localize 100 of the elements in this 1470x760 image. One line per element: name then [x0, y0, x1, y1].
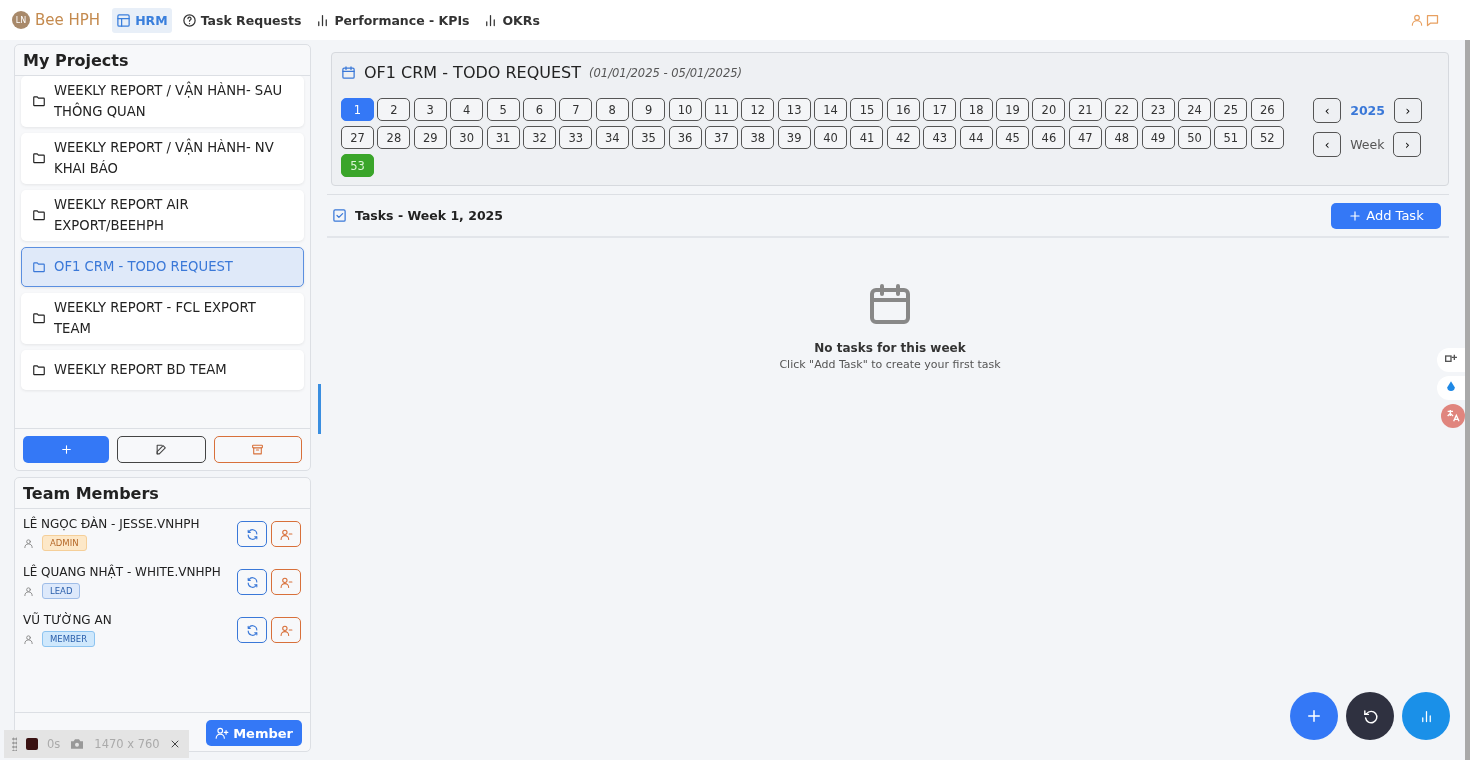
week-button[interactable]: 29	[413, 126, 447, 149]
week-button[interactable]: 11	[704, 98, 738, 121]
next-year-button[interactable]: ›	[1394, 98, 1422, 123]
add-task-button[interactable]: Add Task	[1331, 202, 1441, 229]
week-button[interactable]: 27	[341, 126, 374, 149]
week-button[interactable]: 18	[959, 98, 993, 121]
refresh-icon	[245, 623, 259, 637]
week-button[interactable]: 7	[559, 98, 593, 121]
nav-link[interactable]: OKRs	[479, 7, 544, 33]
archive-icon	[251, 443, 265, 456]
next-week-button[interactable]: ›	[1393, 132, 1422, 157]
resize-handle[interactable]	[318, 384, 321, 434]
week-button[interactable]: 4	[450, 98, 484, 121]
week-button[interactable]: 8	[595, 98, 629, 121]
week-button[interactable]: 19	[996, 98, 1030, 121]
project-item[interactable]: WEEKLY REPORT / VẬN HÀNH- NV KHAI BÁO	[21, 133, 304, 184]
week-button[interactable]: 43	[923, 126, 957, 149]
edit-project-button[interactable]	[117, 436, 206, 463]
drag-handle[interactable]	[12, 737, 17, 751]
week-button[interactable]: 46	[1032, 126, 1066, 149]
empty-hint: Click "Add Task" to create your first task	[779, 358, 1001, 371]
week-button[interactable]: 41	[850, 126, 884, 149]
ai-tool-icon[interactable]	[1437, 348, 1465, 372]
week-button[interactable]: 31	[486, 126, 520, 149]
week-button[interactable]: 39	[777, 126, 811, 149]
week-button[interactable]: 33	[559, 126, 593, 149]
week-button[interactable]: 6	[522, 98, 556, 121]
remove-member-button[interactable]	[271, 569, 301, 595]
week-button[interactable]: 49	[1141, 126, 1175, 149]
week-button[interactable]: 13	[777, 98, 811, 121]
week-button[interactable]: 12	[741, 98, 775, 121]
week-button[interactable]: 1	[341, 98, 374, 121]
edit-icon	[155, 443, 168, 456]
previous-week-button[interactable]: ‹	[1313, 132, 1342, 157]
week-button[interactable]: 35	[632, 126, 666, 149]
timer-label: 0s	[47, 737, 61, 751]
week-button[interactable]: 5	[486, 98, 520, 121]
project-item[interactable]: OF1 CRM - TODO REQUEST	[21, 247, 304, 287]
project-item[interactable]: WEEKLY REPORT - FCL EXPORT TEAM	[21, 293, 304, 344]
week-button[interactable]: 34	[595, 126, 629, 149]
week-button[interactable]: 38	[741, 126, 775, 149]
week-button[interactable]: 28	[377, 126, 411, 149]
scrollbar[interactable]	[1465, 40, 1470, 760]
reset-fab[interactable]	[1346, 692, 1394, 740]
week-button[interactable]: 50	[1178, 126, 1211, 149]
week-button[interactable]: 22	[1105, 98, 1139, 121]
archive-project-button[interactable]	[213, 436, 302, 463]
chat-icon[interactable]	[1425, 12, 1440, 28]
add-fab[interactable]	[1290, 692, 1338, 740]
project-item[interactable]: WEEKLY REPORT / VẬN HÀNH- SAU THÔNG QUAN	[21, 76, 304, 127]
previous-year-button[interactable]: ‹	[1313, 98, 1342, 123]
week-button[interactable]: 15	[850, 98, 884, 121]
change-role-button[interactable]	[237, 569, 267, 595]
week-button[interactable]: 51	[1214, 126, 1248, 149]
folder-icon	[32, 151, 46, 165]
week-button[interactable]: 25	[1214, 98, 1248, 121]
project-item[interactable]: WEEKLY REPORT AIR EXPORT/BEEHPH	[21, 190, 304, 241]
week-button[interactable]: 48	[1105, 126, 1139, 149]
droplet-icon[interactable]	[1437, 376, 1465, 400]
remove-member-button[interactable]	[271, 617, 301, 643]
translate-icon[interactable]	[1441, 404, 1465, 428]
week-button[interactable]: 26	[1250, 98, 1284, 121]
week-button[interactable]: 3	[413, 98, 447, 121]
add-member-button[interactable]: Member	[206, 720, 302, 746]
add-project-button[interactable]	[23, 436, 110, 463]
change-role-button[interactable]	[237, 617, 267, 643]
chart-fab[interactable]	[1402, 692, 1450, 740]
nav-link[interactable]: Performance - KPIs	[311, 7, 474, 33]
week-button[interactable]: 52	[1250, 126, 1284, 149]
week-button[interactable]: 45	[996, 126, 1030, 149]
week-button[interactable]: 37	[704, 126, 738, 149]
week-button[interactable]: 17	[923, 98, 957, 121]
user-icon	[23, 585, 34, 597]
week-button[interactable]: 32	[522, 126, 556, 149]
record-button[interactable]	[26, 738, 38, 750]
week-button[interactable]: 9	[632, 98, 666, 121]
week-button[interactable]: 24	[1178, 98, 1211, 121]
week-button[interactable]: 40	[814, 126, 848, 149]
week-button[interactable]: 44	[959, 126, 993, 149]
week-button[interactable]: 42	[886, 126, 920, 149]
week-button[interactable]: 16	[886, 98, 920, 121]
user-plus-icon	[215, 726, 230, 740]
week-button[interactable]: 21	[1068, 98, 1102, 121]
week-button[interactable]: 47	[1068, 126, 1102, 149]
week-button[interactable]: 23	[1141, 98, 1175, 121]
project-item[interactable]: WEEKLY REPORT BD TEAM	[21, 350, 304, 390]
user-icon[interactable]	[1410, 12, 1424, 27]
week-button[interactable]: 20	[1032, 98, 1066, 121]
user-icon	[23, 537, 34, 549]
remove-member-button[interactable]	[271, 521, 301, 547]
nav-link[interactable]: Task Requests	[177, 7, 306, 33]
week-button[interactable]: 36	[668, 126, 702, 149]
week-button[interactable]: 2	[377, 98, 411, 121]
week-button[interactable]: 10	[668, 98, 702, 121]
folder-icon	[32, 362, 46, 377]
week-button[interactable]: 14	[814, 98, 848, 121]
week-button[interactable]: 30	[450, 126, 484, 149]
camera-icon[interactable]	[69, 736, 86, 752]
change-role-button[interactable]	[237, 521, 267, 547]
date-range: (01/01/2025 - 05/01/2025)	[589, 65, 743, 80]
